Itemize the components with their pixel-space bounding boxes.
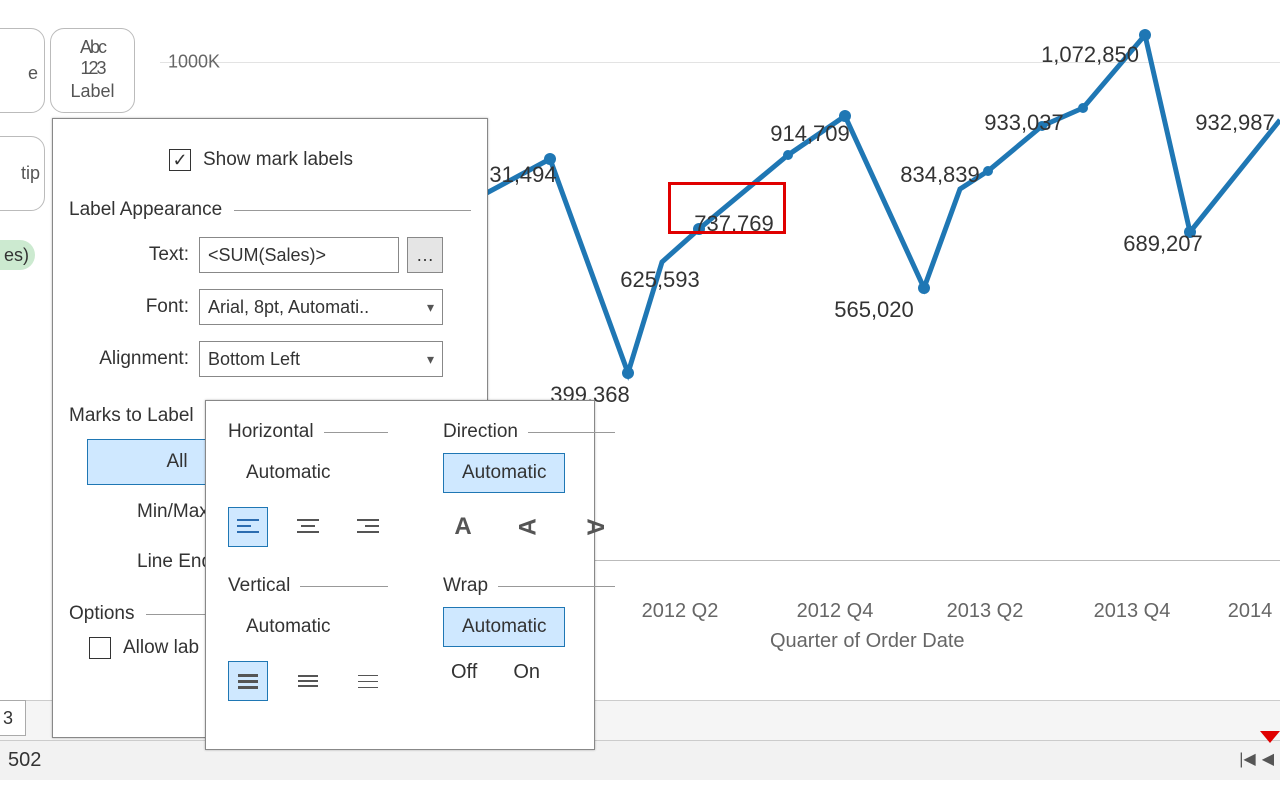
data-label: 31,494 bbox=[489, 162, 556, 188]
data-label: 689,207 bbox=[1123, 231, 1203, 257]
marks-chip-detail[interactable]: e bbox=[0, 28, 45, 113]
show-mark-labels-checkbox[interactable]: ✓ bbox=[169, 149, 191, 171]
v-align-bottom-icon[interactable] bbox=[348, 661, 388, 701]
direction-down-icon[interactable]: A bbox=[575, 507, 615, 547]
data-label: 625,593 bbox=[620, 267, 700, 293]
label-text-input[interactable]: <SUM(Sales)> bbox=[199, 237, 399, 273]
alignment-select[interactable]: Bottom Left ▾ bbox=[199, 341, 443, 377]
font-field-label: Font: bbox=[69, 296, 199, 318]
x-tick: 2014 bbox=[1228, 600, 1273, 623]
allow-overlap-checkbox[interactable] bbox=[89, 637, 111, 659]
wrap-off-button[interactable]: Off bbox=[451, 661, 477, 684]
annotation-highlight-box bbox=[668, 182, 786, 234]
first-tab-icon[interactable]: |◀ bbox=[1239, 749, 1255, 769]
data-label: 914,709 bbox=[770, 121, 850, 147]
wrap-heading: Wrap bbox=[443, 575, 488, 597]
text-field-label: Text: bbox=[69, 244, 199, 266]
horizontal-heading: Horizontal bbox=[228, 421, 314, 443]
marks-chip-tooltip[interactable]: tip bbox=[0, 136, 45, 211]
font-select[interactable]: Arial, 8pt, Automati.. ▾ bbox=[199, 289, 443, 325]
prev-tab-icon[interactable]: ◀ bbox=[1262, 749, 1274, 769]
h-align-center-icon[interactable] bbox=[288, 507, 328, 547]
label-appearance-heading: Label Appearance bbox=[69, 199, 222, 221]
data-label: 565,020 bbox=[834, 297, 914, 323]
x-tick: 2012 Q2 bbox=[642, 600, 719, 623]
x-axis-title: Quarter of Order Date bbox=[770, 630, 965, 653]
wrap-on-button[interactable]: On bbox=[513, 661, 540, 684]
vertical-heading: Vertical bbox=[228, 575, 290, 597]
marks-chip-label-text: Label bbox=[51, 81, 134, 102]
sheet-tab[interactable]: eet 3 bbox=[0, 700, 26, 736]
tab-scroll-controls[interactable]: |◀ ◀ bbox=[1239, 740, 1274, 778]
chevron-down-icon: ▾ bbox=[427, 299, 434, 316]
marks-to-label-heading: Marks to Label bbox=[69, 405, 194, 427]
edit-label-text-button[interactable]: … bbox=[407, 237, 443, 273]
options-heading: Options bbox=[69, 603, 134, 625]
x-tick: 2012 Q4 bbox=[797, 600, 874, 623]
x-tick: 2013 Q2 bbox=[947, 600, 1024, 623]
show-mark-labels-label: Show mark labels bbox=[203, 149, 353, 171]
v-align-top-icon[interactable] bbox=[228, 661, 268, 701]
wrap-automatic-button[interactable]: Automatic bbox=[443, 607, 565, 647]
alignment-popup: Horizontal Automatic Vertical Automatic bbox=[205, 400, 595, 750]
data-label: 1,072,850 bbox=[1041, 42, 1139, 68]
direction-up-icon[interactable]: A bbox=[509, 507, 549, 547]
x-tick: 2013 Q4 bbox=[1094, 600, 1171, 623]
h-align-left-icon[interactable] bbox=[228, 507, 268, 547]
direction-heading: Direction bbox=[443, 421, 518, 443]
measure-pill-sales[interactable]: es) bbox=[0, 240, 35, 270]
marks-chip-label[interactable]: Abc 123 Label bbox=[50, 28, 135, 113]
vertical-automatic-button[interactable]: Automatic bbox=[228, 607, 348, 647]
chevron-down-icon: ▾ bbox=[427, 351, 434, 368]
horizontal-automatic-button[interactable]: Automatic bbox=[228, 453, 348, 493]
alignment-field-label: Alignment: bbox=[69, 348, 199, 370]
status-bar: 502 bbox=[0, 740, 1280, 780]
data-label: 933,037 bbox=[984, 110, 1064, 136]
data-label: 932,987 bbox=[1195, 110, 1275, 136]
v-align-middle-icon[interactable] bbox=[288, 661, 328, 701]
data-label: 834,839 bbox=[900, 162, 980, 188]
annotation-marker bbox=[1260, 731, 1280, 743]
direction-horizontal-icon[interactable]: A bbox=[443, 507, 483, 547]
direction-automatic-button[interactable]: Automatic bbox=[443, 453, 565, 493]
abc-123-icon: Abc 123 bbox=[51, 37, 134, 79]
allow-overlap-label: Allow lab bbox=[123, 637, 199, 659]
h-align-right-icon[interactable] bbox=[348, 507, 388, 547]
